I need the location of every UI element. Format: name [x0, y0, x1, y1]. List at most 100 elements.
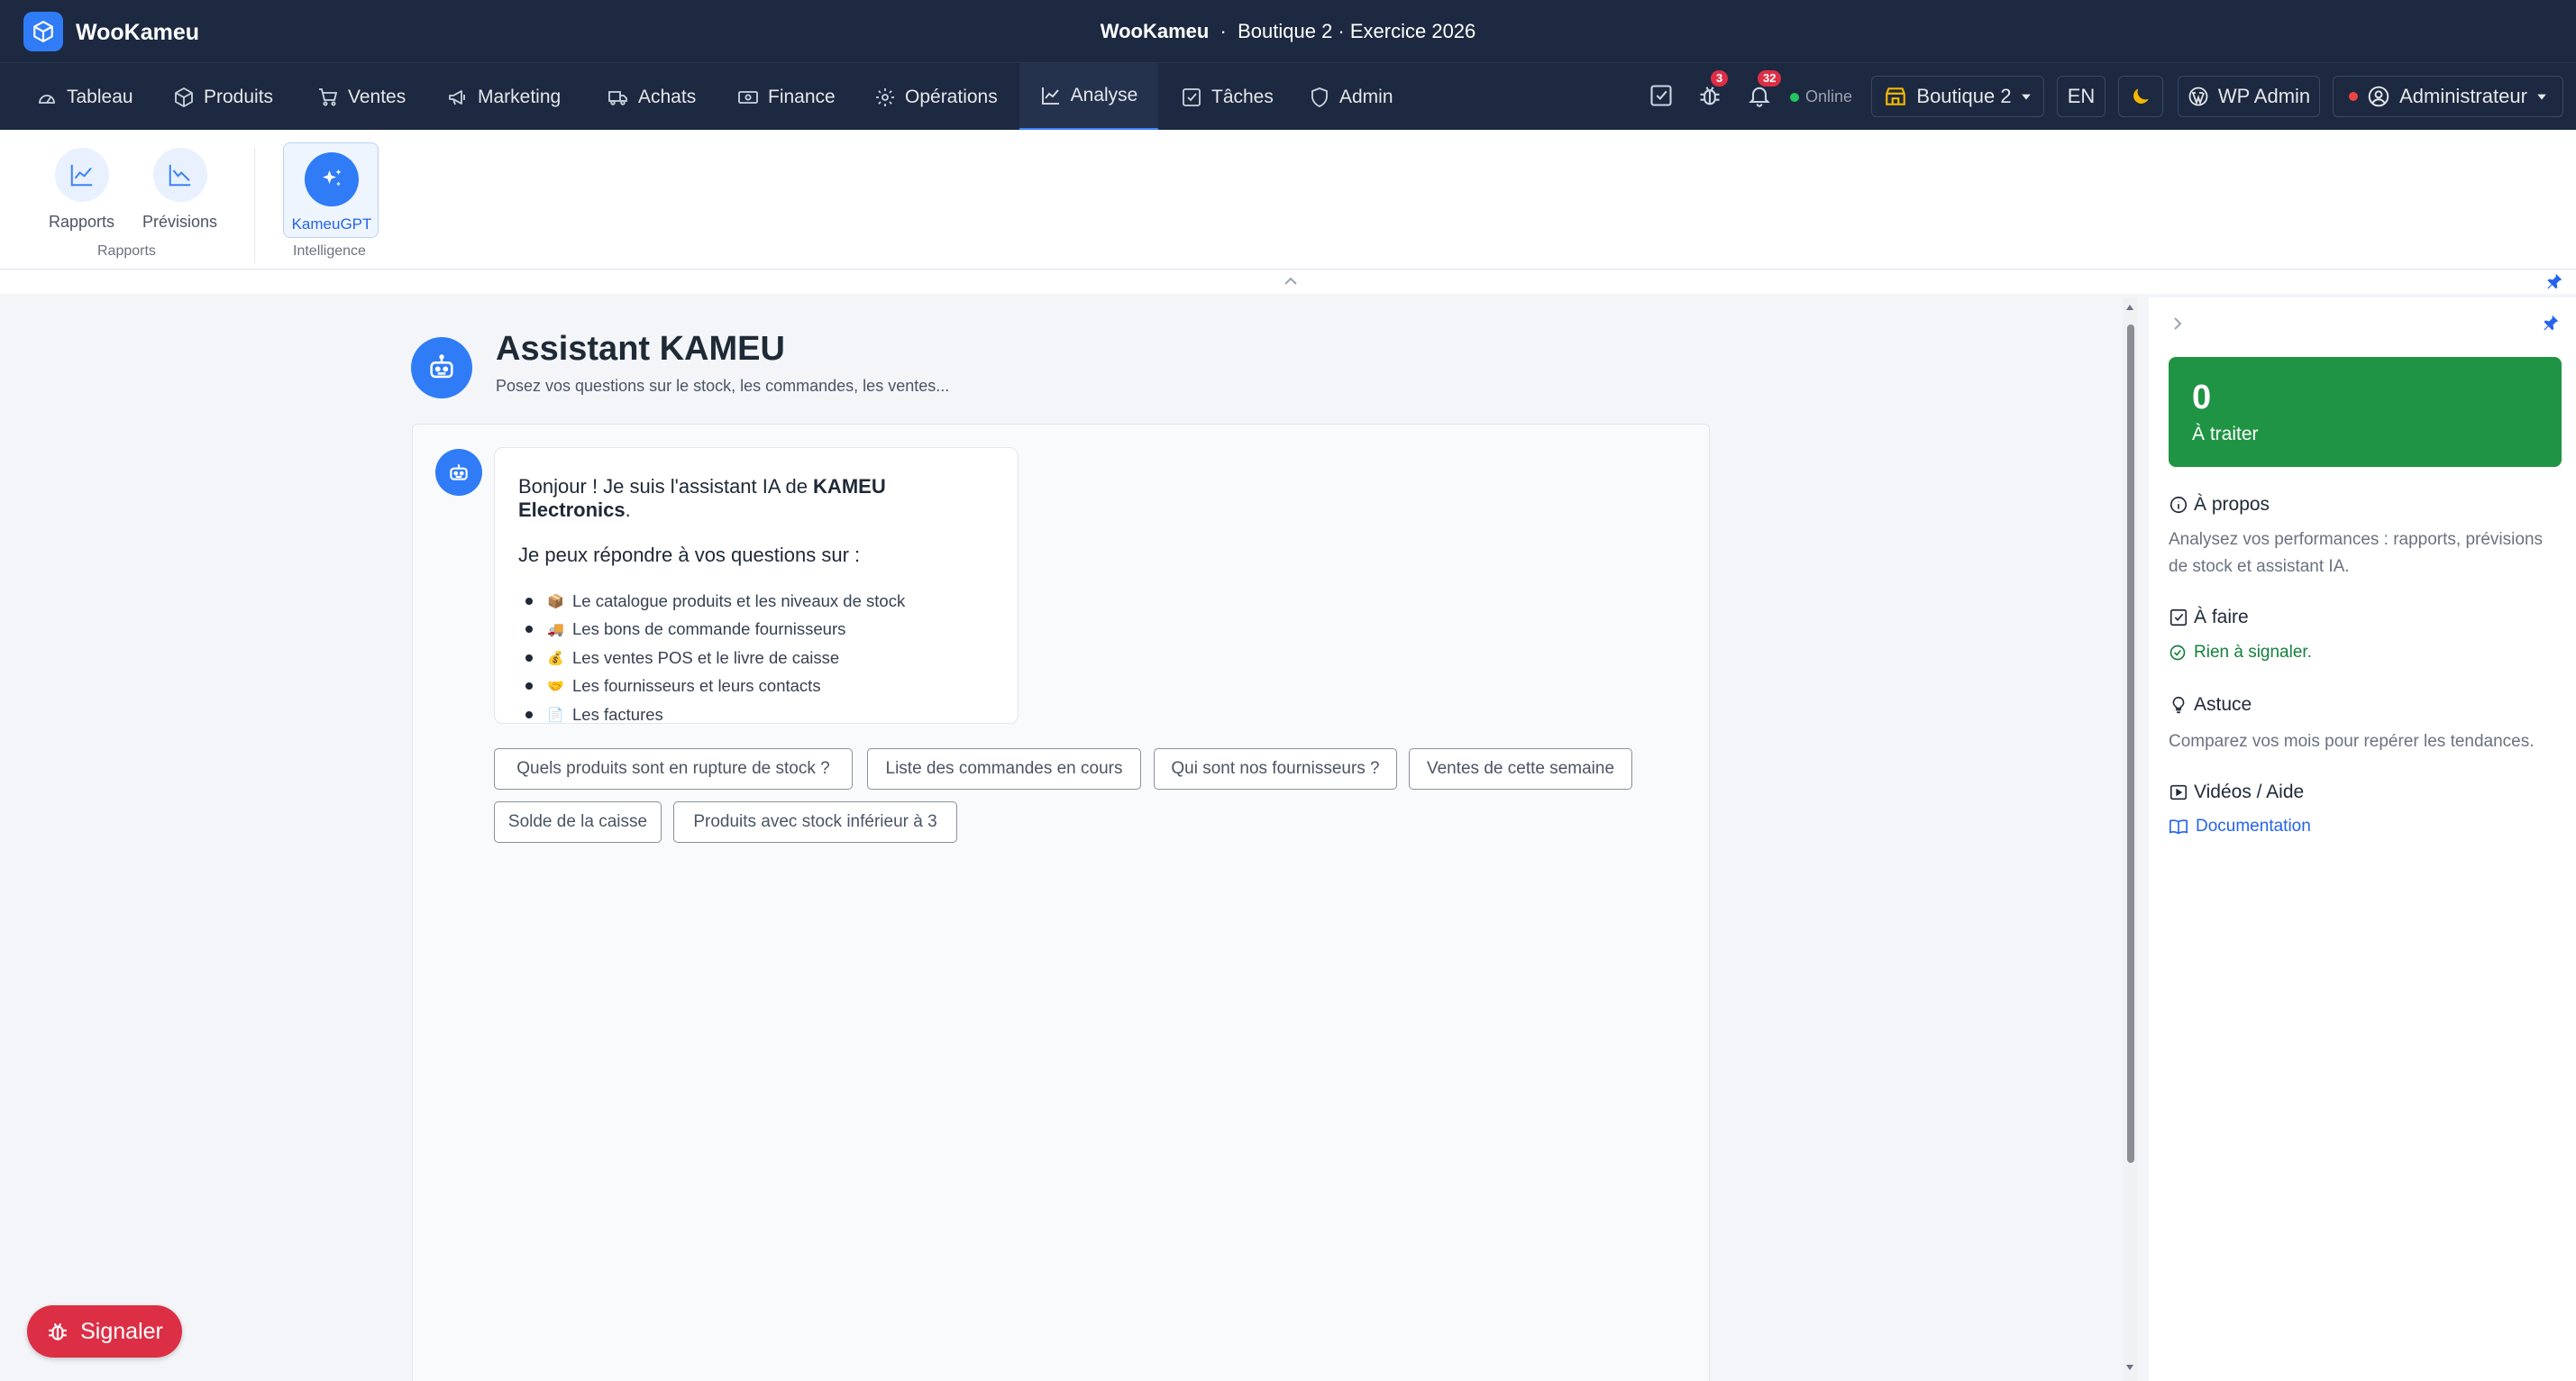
- ribbon-previsions-button[interactable]: Prévisions: [142, 148, 217, 232]
- dark-mode-toggle[interactable]: [2118, 76, 2163, 117]
- nav-label: Produits: [204, 86, 274, 107]
- ribbon-group-intelligence: Intelligence: [293, 243, 366, 259]
- assistant-avatar: [411, 337, 472, 398]
- ribbon-kameugpt-label: KameuGPT: [291, 215, 372, 233]
- ribbon-previsions-circle: [152, 148, 207, 202]
- moon-icon: [2133, 88, 2149, 104]
- truck-icon: 🚚: [547, 621, 564, 638]
- afaire-text: Rien à signaler.: [2194, 643, 2312, 662]
- notifications-button[interactable]: 32: [1747, 70, 1782, 110]
- nav-item-marketing[interactable]: Marketing: [445, 63, 562, 131]
- notification-count-badge: 32: [1758, 70, 1782, 87]
- chevron-right-icon: [2174, 317, 2182, 330]
- chart-line-icon: [70, 164, 92, 187]
- bullet-icon: [525, 597, 533, 605]
- suggestion-rupture-stock[interactable]: Quels produits sont en rupture de stock …: [494, 748, 853, 790]
- nav-item-produits[interactable]: Produits: [171, 63, 275, 131]
- suggestion-fournisseurs[interactable]: Qui sont nos fournisseurs ?: [1154, 748, 1397, 790]
- topic-text: Le catalogue produits et les niveaux de …: [572, 590, 906, 610]
- bot-greeting: Bonjour ! Je suis l'assistant IA de KAME…: [518, 475, 994, 522]
- ribbon-kameugpt-button[interactable]: KameuGPT: [283, 142, 379, 238]
- store-select[interactable]: Boutique 2: [1871, 76, 2044, 117]
- topic-text: Les bons de commande fournisseurs: [572, 619, 846, 639]
- nav-item-operations[interactable]: Opérations: [872, 63, 1000, 131]
- sidebar-pin-button[interactable]: [2542, 314, 2560, 332]
- topic-text: Les fournisseurs et leurs contacts: [572, 676, 821, 696]
- bell-icon: [1749, 87, 1770, 107]
- nav-item-ventes[interactable]: Ventes: [315, 63, 407, 131]
- lightbulb-icon: [2172, 696, 2185, 714]
- robot-icon: [450, 464, 468, 480]
- nav-item-taches[interactable]: Tâches: [1179, 63, 1275, 131]
- apropos-line-2: de stock et assistant IA.: [2169, 557, 2350, 576]
- suggestion-solde-caisse[interactable]: Solde de la caisse: [494, 801, 662, 843]
- topic-list: 📦 Le catalogue produits et les niveaux de…: [518, 587, 994, 729]
- document-icon: 📄: [547, 706, 564, 723]
- afaire-title: À faire: [2194, 607, 2249, 627]
- nav-label: Marketing: [478, 86, 562, 107]
- apropos-heading: À propos: [2169, 494, 2270, 516]
- nav-label: Tableau: [67, 86, 133, 107]
- window-title-context: Boutique 2 · Exercice 2026: [1238, 20, 1476, 42]
- ribbon-group-rapports: Rapports: [97, 243, 156, 259]
- language-label: EN: [2067, 85, 2096, 107]
- store-select-label: Boutique 2: [1916, 85, 2012, 107]
- videos-aide-title: Vidéos / Aide: [2194, 782, 2305, 802]
- nav-label: Admin: [1339, 86, 1393, 107]
- ribbon-rapports-button[interactable]: Rapports: [49, 148, 114, 232]
- nav-item-finance[interactable]: Finance: [735, 63, 837, 131]
- apropos-title: À propos: [2194, 494, 2270, 515]
- chart-line-icon: [1041, 87, 1059, 105]
- wp-admin-button[interactable]: WP Admin: [2178, 76, 2320, 117]
- nav-label: Ventes: [348, 86, 406, 107]
- nav-item-admin[interactable]: Admin: [1307, 63, 1395, 131]
- videos-aide-heading: Vidéos / Aide: [2169, 782, 2304, 803]
- robot-icon: [430, 354, 453, 379]
- user-menu-label: Administrateur: [2399, 85, 2527, 107]
- ribbon-rapports-circle: [54, 148, 109, 202]
- bug-count-badge: 3: [1711, 70, 1729, 87]
- nav-label: Opérations: [905, 86, 998, 107]
- ribbon-pin-button[interactable]: [2545, 272, 2563, 290]
- topic-text: Les ventes POS et le livre de caisse: [572, 647, 840, 667]
- checkbox-icon: [2170, 608, 2188, 626]
- suggestion-ventes-semaine[interactable]: Ventes de cette semaine: [1409, 748, 1632, 790]
- sparkles-icon: [323, 169, 342, 187]
- bug-reports-button[interactable]: 3: [1697, 70, 1729, 110]
- tasks-check-button[interactable]: [1649, 83, 1676, 110]
- truck-icon: [608, 90, 627, 105]
- money-bag-icon: 💰: [547, 649, 564, 666]
- language-button[interactable]: EN: [2057, 76, 2106, 117]
- scrollbar-thumb[interactable]: [2127, 325, 2134, 1163]
- book-icon: [2170, 819, 2188, 835]
- todo-stat-label: À traiter: [2192, 424, 2259, 444]
- nav-label: Analyse: [1070, 85, 1138, 105]
- nav-item-analyse[interactable]: Analyse: [1019, 63, 1158, 131]
- report-bug-label: Signaler: [80, 1318, 163, 1344]
- nav-label: Tâches: [1211, 86, 1274, 107]
- documentation-link[interactable]: Documentation: [2169, 817, 2311, 837]
- sidebar-collapse-button[interactable]: [2170, 314, 2185, 334]
- bullet-icon: [525, 626, 533, 634]
- page-title: Assistant KAMEU: [496, 330, 785, 368]
- window-title: WooKameu · Boutique 2 · Exercice 2026: [0, 20, 2576, 43]
- report-bug-button[interactable]: Signaler: [27, 1305, 182, 1358]
- suggestion-stock-inferieur[interactable]: Produits avec stock inférieur à 3: [673, 801, 957, 843]
- nav-label: Finance: [768, 86, 836, 107]
- user-menu[interactable]: Administrateur: [2333, 76, 2563, 117]
- list-item: 🤝 Les fournisseurs et leurs contacts: [518, 672, 994, 701]
- online-status: Online: [1790, 87, 1852, 106]
- store-icon: [1886, 87, 1906, 105]
- todo-stat-card[interactable]: 0 À traiter: [2169, 357, 2562, 467]
- suggestion-commandes-en-cours[interactable]: Liste des commandes en cours: [867, 748, 1141, 790]
- ribbon-collapse-button[interactable]: [1280, 274, 1302, 288]
- todo-stat-value: 0: [2192, 379, 2212, 416]
- nav-item-achats[interactable]: Achats: [606, 63, 698, 131]
- bullet-icon: [525, 682, 533, 690]
- check-circle-icon: [2170, 645, 2186, 661]
- window-title-app: WooKameu: [1100, 20, 1210, 42]
- scroll-up-arrow-icon[interactable]: [2125, 303, 2134, 312]
- astuce-heading: Astuce: [2169, 694, 2252, 716]
- scroll-down-arrow-icon[interactable]: [2125, 1363, 2134, 1372]
- nav-item-tableau[interactable]: Tableau: [34, 63, 135, 131]
